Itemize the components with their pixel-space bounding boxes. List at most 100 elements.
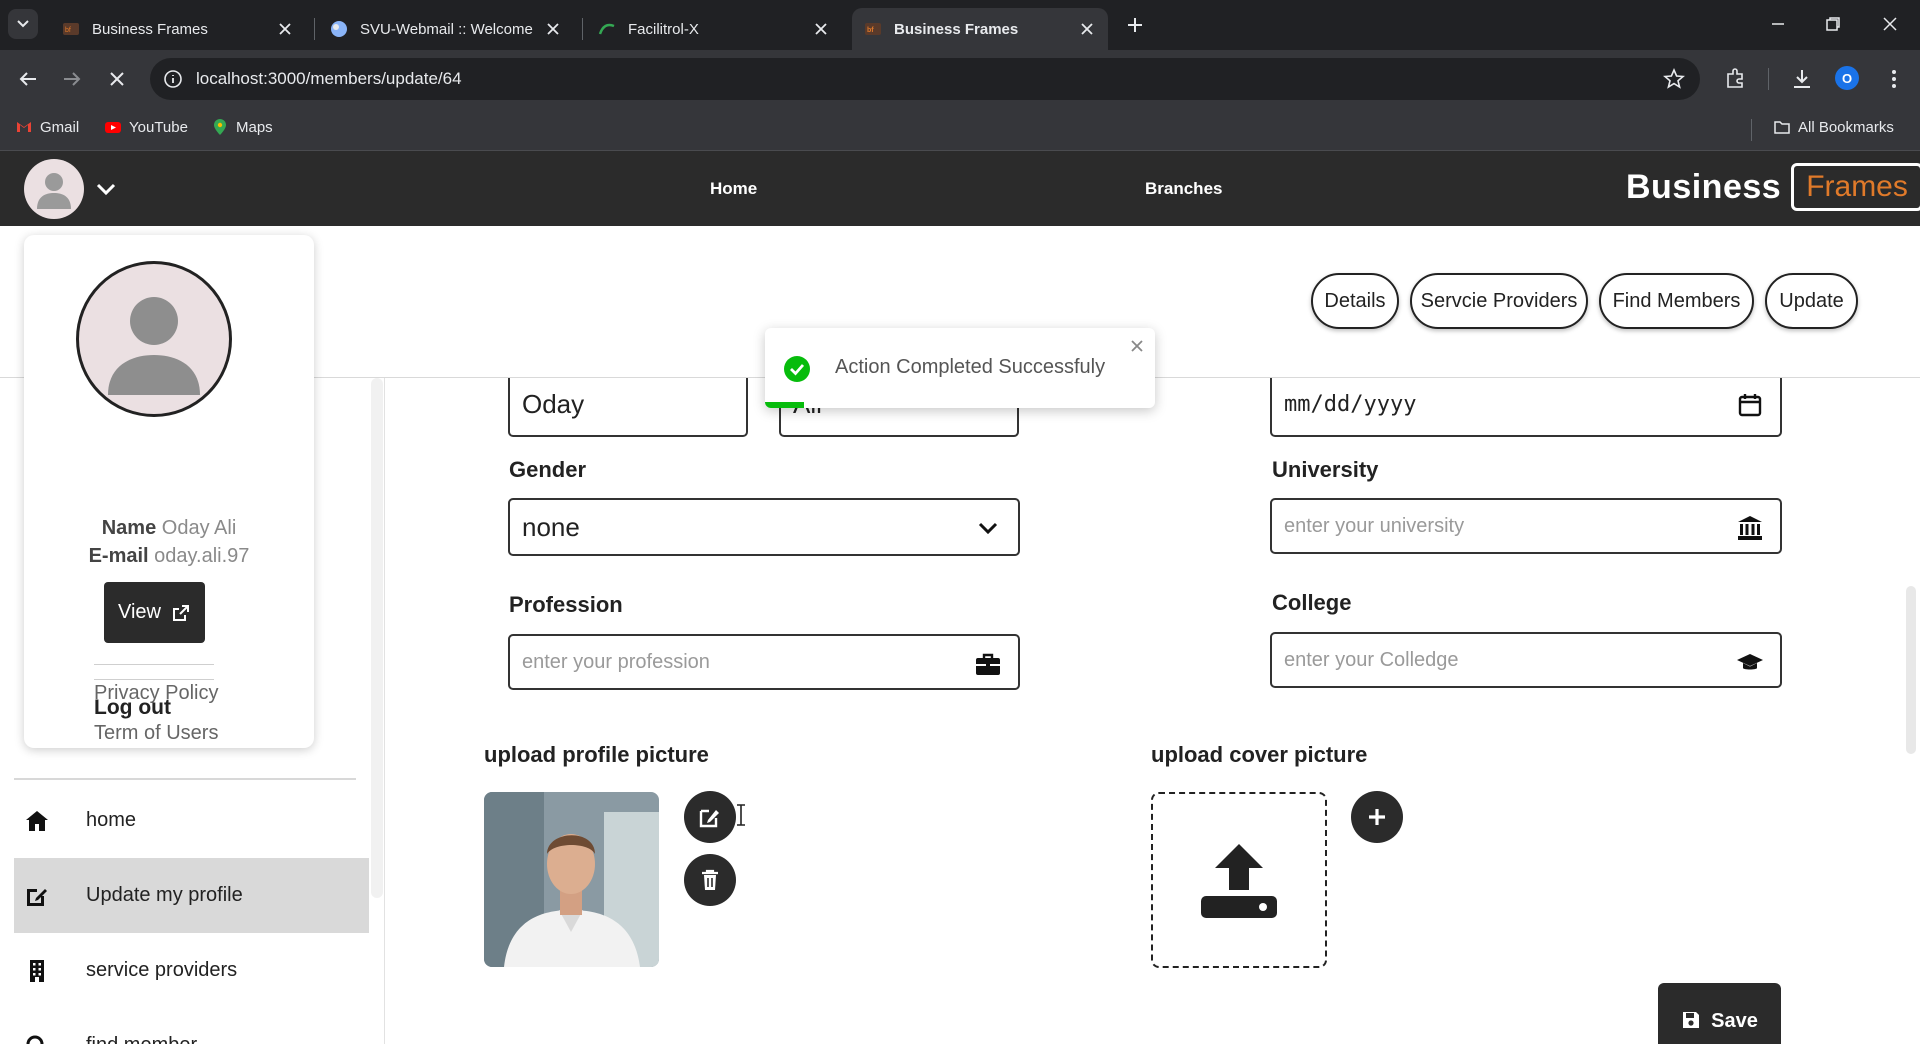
forward-arrow-icon[interactable]: [58, 65, 86, 93]
profession-placeholder: enter your profession: [522, 650, 710, 673]
sidebar-item-update-profile[interactable]: Update my profile: [14, 858, 369, 933]
profile-dropdown-card: Name Oday Ali E-mail oday.ali.97 View Pr…: [24, 235, 314, 748]
gender-select[interactable]: none: [508, 498, 1020, 556]
add-cover-button[interactable]: [1351, 791, 1403, 843]
business-frames-favicon-icon: bf: [63, 23, 79, 35]
sidebar-item-label: find member: [86, 1034, 197, 1044]
stop-loading-icon[interactable]: [103, 65, 131, 93]
sidebar-item-service-providers[interactable]: service providers: [14, 933, 369, 1008]
bookmarks-separator: [1751, 119, 1752, 141]
bookmark-maps[interactable]: Maps: [211, 118, 273, 136]
new-tab-plus-icon[interactable]: [1122, 12, 1148, 38]
site-info-icon[interactable]: [162, 68, 184, 90]
sidebar-item-find-member[interactable]: find member: [14, 1008, 369, 1044]
edit-photo-button[interactable]: [684, 791, 736, 843]
tab-search-button[interactable]: [8, 9, 38, 39]
logout-link[interactable]: Log out: [94, 696, 171, 720]
service-providers-button[interactable]: Servcie Providers: [1410, 273, 1588, 329]
floppy-disk-icon: [1683, 1012, 1700, 1028]
brand-frames: Frames: [1791, 163, 1920, 211]
avatar: [24, 159, 84, 219]
close-icon[interactable]: [812, 20, 830, 38]
divider: [94, 679, 214, 680]
bookmark-youtube[interactable]: YouTube: [104, 118, 188, 136]
bookmark-label: YouTube: [129, 118, 188, 136]
sidebar-divider: [14, 778, 356, 780]
brand-logo[interactable]: Business Frames: [1626, 163, 1920, 211]
graduation-cap-icon: [1737, 654, 1763, 670]
bookmark-gmail[interactable]: Gmail: [15, 118, 79, 136]
cover-upload-dropzone[interactable]: [1151, 792, 1327, 968]
chevron-down-icon: [17, 20, 29, 28]
close-icon[interactable]: [1078, 20, 1096, 38]
sidebar-item-home[interactable]: home: [14, 783, 369, 858]
browser-tab-4-active[interactable]: bf Business Frames: [852, 8, 1108, 50]
folder-icon: [1774, 121, 1790, 134]
delete-photo-button[interactable]: [684, 854, 736, 906]
address-bar[interactable]: localhost:3000/members/update/64: [150, 58, 1700, 100]
university-input[interactable]: enter your university: [1270, 498, 1782, 554]
bookmark-label: Maps: [236, 118, 273, 136]
success-check-icon: [784, 356, 810, 382]
tab-title: SVU-Webmail :: Welcome: [360, 20, 533, 38]
business-frames-favicon-icon: bf: [865, 23, 881, 35]
save-button[interactable]: Save: [1658, 983, 1781, 1044]
browser-tab-strip: bf Business Frames SVU-Webmail :: Welcom…: [0, 0, 1920, 50]
browser-tab-2[interactable]: SVU-Webmail :: Welcome: [318, 8, 574, 50]
tab-separator: [582, 18, 583, 40]
more-vertical-icon[interactable]: [1880, 65, 1908, 93]
sidebar-item-label: service providers: [86, 959, 238, 981]
first-name-value: Oday: [522, 388, 585, 419]
restore-icon[interactable]: [1821, 12, 1845, 36]
profession-label: Profession: [509, 592, 623, 617]
back-arrow-icon[interactable]: [14, 65, 42, 93]
all-bookmarks-button[interactable]: All Bookmarks: [1773, 118, 1894, 136]
update-profile-form: Oday Ali mm/dd/yyyy Gender none Universi…: [395, 373, 1920, 1044]
app-header: Home Branches Business Frames: [0, 151, 1920, 226]
college-input[interactable]: enter your Colledge: [1270, 632, 1782, 688]
birthdate-field[interactable]: mm/dd/yyyy: [1270, 373, 1782, 437]
close-window-icon[interactable]: [1878, 12, 1902, 36]
home-icon: [26, 810, 48, 831]
university-placeholder: enter your university: [1284, 514, 1465, 537]
minimize-icon[interactable]: [1766, 12, 1790, 36]
sidebar-item-label: Update my profile: [86, 884, 243, 906]
browser-profile-avatar[interactable]: O: [1835, 66, 1859, 90]
extensions-puzzle-icon[interactable]: [1722, 65, 1750, 93]
find-members-button[interactable]: Find Members: [1599, 273, 1754, 329]
profession-input[interactable]: enter your profession: [508, 634, 1020, 690]
save-label: Save: [1711, 1010, 1758, 1032]
calendar-icon[interactable]: [1736, 391, 1764, 419]
gender-value: none: [522, 511, 580, 542]
nav-branches-link[interactable]: Branches: [1145, 179, 1222, 199]
name-label: Name: [101, 517, 157, 539]
gmail-icon: [17, 122, 31, 132]
view-profile-button[interactable]: View: [104, 582, 205, 643]
details-button[interactable]: Details: [1311, 273, 1399, 329]
plus-icon: [1369, 809, 1385, 825]
chevron-down-icon: [978, 522, 998, 535]
user-silhouette-icon: [108, 297, 200, 395]
nav-home-link[interactable]: Home: [710, 179, 757, 199]
close-icon[interactable]: [276, 20, 294, 38]
close-icon[interactable]: [1129, 338, 1145, 354]
page-scrollbar[interactable]: [1906, 586, 1916, 754]
browser-toolbar: localhost:3000/members/update/64 O: [0, 50, 1920, 108]
all-bookmarks-label: All Bookmarks: [1798, 118, 1894, 136]
profile-name-row: Name Oday Ali: [24, 517, 314, 540]
user-menu-toggle[interactable]: [24, 159, 118, 219]
terms-link[interactable]: Term of Users: [94, 722, 218, 745]
search-icon: [26, 1035, 44, 1044]
sidebar-item-label: home: [86, 809, 137, 831]
toast-progress-bar: [765, 402, 804, 408]
browser-tab-1[interactable]: bf Business Frames: [50, 8, 306, 50]
bookmark-star-icon[interactable]: [1662, 67, 1686, 91]
profile-avatar: [76, 261, 232, 417]
update-button[interactable]: Update: [1765, 273, 1858, 329]
user-silhouette-icon: [37, 173, 71, 209]
download-icon[interactable]: [1788, 65, 1816, 93]
first-name-field[interactable]: Oday: [508, 373, 748, 437]
sidebar-scrollbar[interactable]: [371, 378, 383, 898]
browser-tab-3[interactable]: Facilitrol-X: [586, 8, 842, 50]
close-icon[interactable]: [544, 20, 562, 38]
